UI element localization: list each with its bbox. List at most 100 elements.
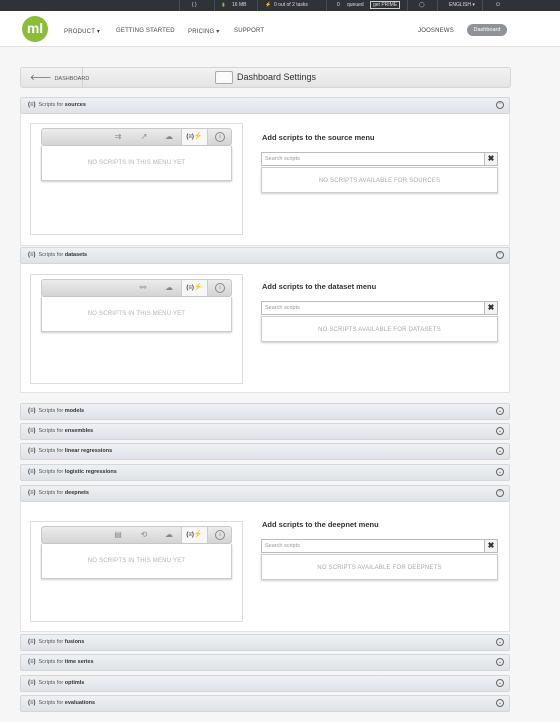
section-name: fusions [64,639,85,645]
power-icon[interactable]: ⏻ [496,0,500,11]
expand-icon[interactable]: ⌄ [496,447,504,455]
section-name: datasets [64,252,88,258]
script-icon: (≡) [28,469,36,475]
divider [407,0,408,11]
section-name: evaluations [64,700,96,706]
script-icon: (≡) [28,252,36,258]
section-name: time series [64,659,94,665]
nav-getting-started[interactable]: GETTING STARTED [116,28,175,34]
expand-icon[interactable]: ⌄ [496,638,504,646]
clear-search-button[interactable]: ✖ [485,539,498,553]
search-input[interactable]: Search scripts [261,539,485,553]
section-header-logistic-regressions[interactable]: (≡) Scripts for logistic regressions ⌄ [20,464,510,481]
cloud-icon[interactable]: ☁ [163,131,175,143]
no-scripts-message: NO SCRIPTS AVAILABLE FOR SOURCES [261,167,498,193]
section-header-deepnets[interactable]: (≡) Scripts for deepnets ⌃ [20,485,510,502]
back-label: DASHBOARD [54,76,90,82]
section-name: models [64,408,85,414]
expand-icon[interactable]: ⌄ [496,407,504,415]
scripts-menu-icon[interactable]: (≡)⚡ [181,280,208,296]
lightning-icon: ⚡ [265,2,272,8]
chart-icon[interactable]: ↗ [138,131,150,143]
section-name: deepnets [64,490,89,496]
collapse-icon[interactable]: ⌃ [496,101,504,109]
clear-search-button[interactable]: ✖ [485,152,498,166]
script-icon: (≡) [28,428,36,434]
no-scripts-message: NO SCRIPTS AVAILABLE FOR DEEPNETS [261,554,498,580]
no-scripts-message: NO SCRIPTS AVAILABLE FOR DATASETS [261,316,498,342]
section-label: (≡) Scripts for linear regressions [28,444,112,459]
nav-product[interactable]: PRODUCT ▾ [64,28,100,35]
queued-label: queued [347,2,364,8]
section-header-optimls[interactable]: (≡) Scripts for optimls ⌄ [20,675,510,692]
nav-support[interactable]: SUPPORT [234,28,264,34]
expand-icon[interactable]: ⌄ [496,679,504,687]
section-name: optimls [64,680,85,686]
section-header-linear-regressions[interactable]: (≡) Scripts for linear regressions ⌄ [20,443,510,460]
batch-prediction-icon[interactable]: ▤ [112,529,124,541]
clear-search-button[interactable]: ✖ [485,301,498,315]
menu-preview: ⚯ ☁ (≡)⚡ i NO SCRIPTS IN THIS MENU YET [30,274,243,384]
source-to-dataset-icon[interactable]: ⇉ [112,131,124,143]
section-label: (≡) Scripts for fusions [28,635,84,650]
divider [179,0,180,11]
scripts-menu-icon[interactable]: (≡)⚡ [181,527,208,543]
storage-icon: ▮ [222,2,225,8]
model-icon[interactable]: ⚯ [137,282,149,294]
section-label: (≡) Scripts for datasets [28,248,87,263]
evaluate-icon[interactable]: ⟲ [138,529,150,541]
section-header-ensembles[interactable]: (≡) Scripts for ensembles ⌄ [20,423,510,440]
section-header-time-series[interactable]: (≡) Scripts for time series ⌄ [20,654,510,671]
divider [437,0,438,11]
cloud-icon[interactable]: ☁ [163,282,175,294]
code-icon[interactable]: { } [192,0,197,11]
expand-icon[interactable]: ⌄ [496,699,504,707]
section-label: (≡) Scripts for optimls [28,676,84,691]
section-label: (≡) Scripts for time series [28,655,94,670]
section-header-sources[interactable]: (≡) Scripts for sources ⌃ [20,97,510,114]
nav-pricing[interactable]: PRICING ▾ [188,28,219,35]
info-icon[interactable]: i [215,132,225,142]
info-icon[interactable]: i [215,530,225,540]
script-icon: (≡) [28,448,36,454]
script-icon: (≡) [28,490,36,496]
section-name: ensembles [64,428,94,434]
dashboard-button[interactable]: Dashboard [467,24,507,36]
section-header-fusions[interactable]: (≡) Scripts for fusions ⌄ [20,634,510,651]
logo[interactable]: ml [22,16,48,42]
section-name: sources [64,102,86,108]
search-input[interactable]: Search scripts [261,152,485,166]
collapse-icon[interactable]: ⌃ [496,251,504,259]
language-select[interactable]: ENGLISH ▾ [449,0,475,11]
queued-count: 0 [337,2,340,8]
section-header-models[interactable]: (≡) Scripts for models ⌄ [20,403,510,420]
chat-icon[interactable]: ◯ [419,0,425,11]
section-name: linear regressions [64,448,113,454]
info-icon[interactable]: i [215,283,225,293]
divider [257,0,258,11]
empty-menu-message: NO SCRIPTS IN THIS MENU YET [41,544,232,579]
search-input[interactable]: Search scripts [261,301,485,315]
tasks-status[interactable]: 0 out of 2 tasks [274,0,308,11]
collapse-icon[interactable]: ⌃ [496,489,504,497]
expand-icon[interactable]: ⌄ [496,658,504,666]
get-prime-button[interactable]: get PRIME [370,1,401,9]
section-header-evaluations[interactable]: (≡) Scripts for evaluations ⌄ [20,695,510,712]
page-title-wrap: Dashboard Settings [215,70,316,85]
menu-preview: ▤ ⟲ ☁ (≡)⚡ i NO SCRIPTS IN THIS MENU YET [30,521,243,622]
section-body-deepnets: ▤ ⟲ ☁ (≡)⚡ i NO SCRIPTS IN THIS MENU YET… [20,502,510,632]
user-link[interactable]: JOOSNEWS [418,28,454,34]
expand-icon[interactable]: ⌄ [496,427,504,435]
cloud-icon[interactable]: ☁ [163,529,175,541]
script-icon: (≡) [28,680,36,686]
script-icon: (≡) [28,102,36,108]
back-to-dashboard[interactable]: 🡐 DASHBOARD [21,68,89,87]
expand-icon[interactable]: ⌄ [496,468,504,476]
main-header: ml PRODUCT ▾ GETTING STARTED PRICING ▾ S… [0,11,560,47]
script-icon: (≡) [28,408,36,414]
section-body-datasets: ⚯ ☁ (≡)⚡ i NO SCRIPTS IN THIS MENU YET A… [20,264,510,393]
script-icon: (≡) [28,700,36,706]
empty-menu-message: NO SCRIPTS IN THIS MENU YET [41,146,232,181]
section-header-datasets[interactable]: (≡) Scripts for datasets ⌃ [20,247,510,264]
scripts-menu-icon[interactable]: (≡)⚡ [181,129,208,145]
